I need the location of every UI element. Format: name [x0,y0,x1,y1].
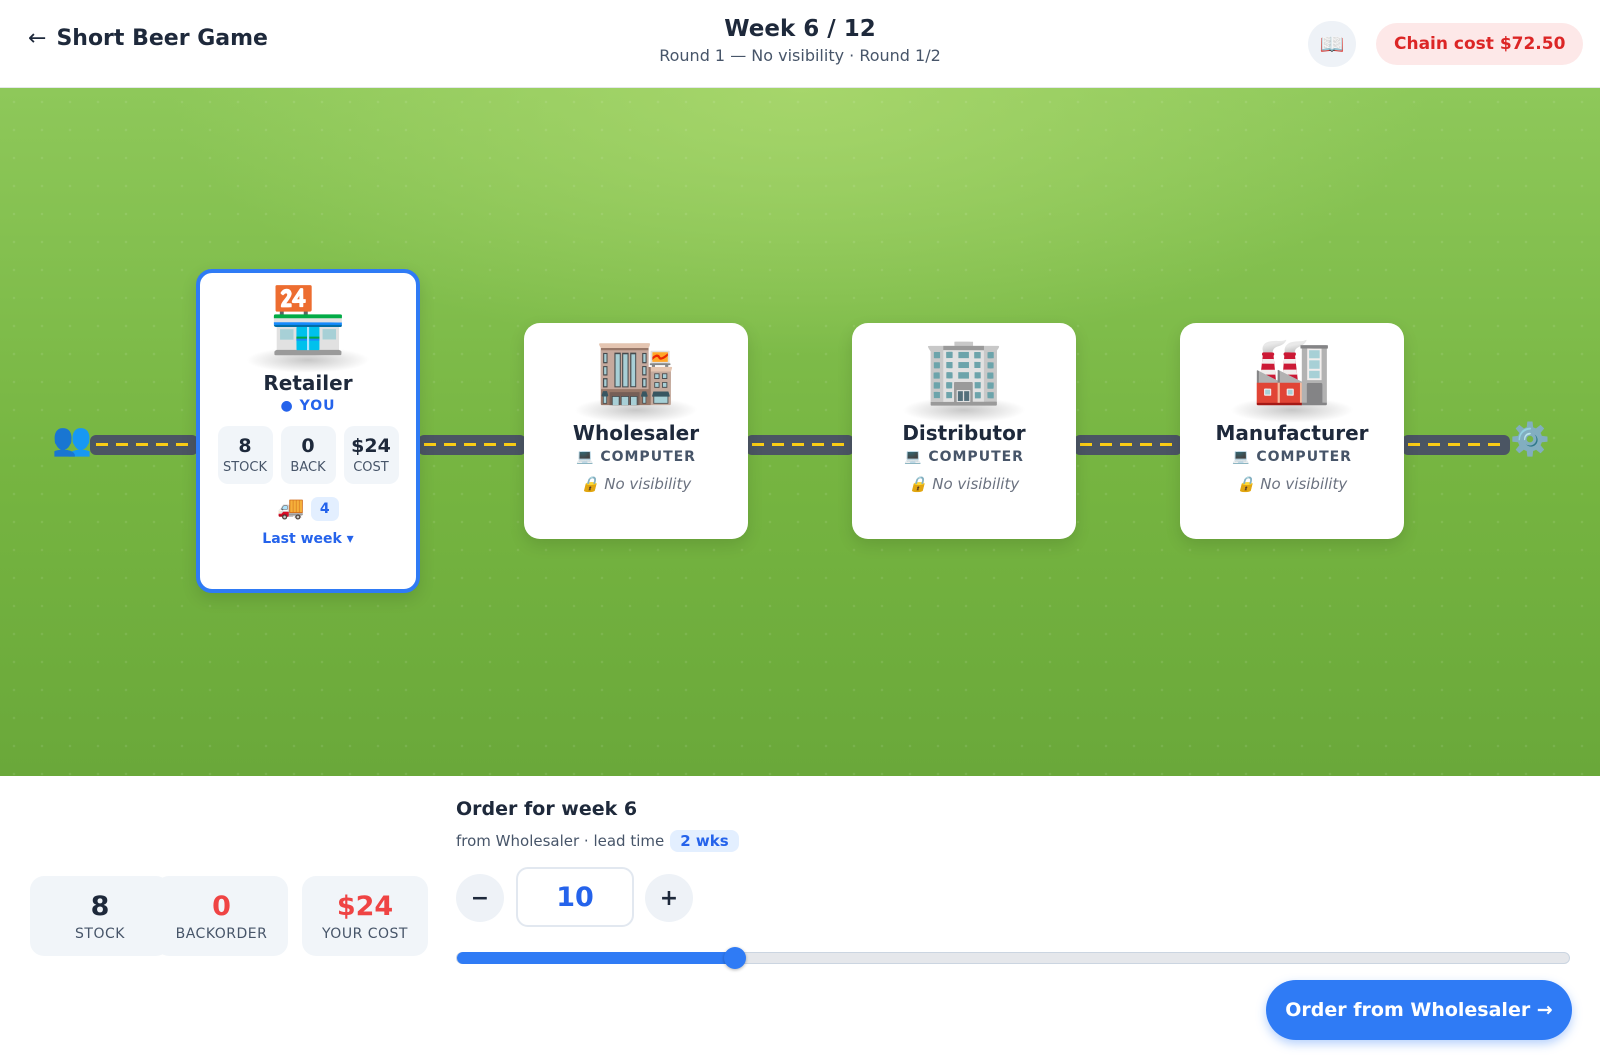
top-bar: ← Short Beer Game Week 6 / 12 Round 1 — … [0,0,1600,88]
your-cost-kpi: $24 YOUR COST [302,876,428,956]
incoming-shipment: 🚚 4 [200,496,416,521]
computer-icon: 💻 [1232,449,1251,465]
order-quantity-input[interactable] [516,867,634,927]
week-status: Week 6 / 12 Round 1 — No visibility · Ro… [0,16,1600,65]
round-info: Round 1 — No visibility · Round 1/2 [659,46,941,65]
road-customer-retailer [90,435,198,455]
retailer-cost-stat: $24 COST [343,426,399,484]
slider-thumb[interactable] [724,947,746,969]
retailer-store-icon: 🏪 [268,284,348,358]
distributor-name: Distributor [902,421,1026,445]
lock-icon: 🔒 [580,475,600,493]
computer-icon: 💻 [576,449,595,465]
wholesaler-visibility: 🔒 No visibility [580,475,692,493]
truck-icon: 🚚 [277,496,305,521]
supply-chain-field: 👥 ⚙️ 🏪 Retailer ● YOU 8 STOCK 0 BACK $24… [0,88,1600,776]
backorder-kpi: 0 BACKORDER [155,876,288,956]
you-indicator: ● YOU [280,398,336,414]
book-icon: 📖 [1319,32,1345,56]
wholesaler-name: Wholesaler [572,421,700,445]
order-from-wholesaler-button[interactable]: Order from Wholesaler → [1266,980,1572,1040]
computer-icon: 💻 [904,449,923,465]
incoming-count: 4 [310,496,339,521]
increase-order-button[interactable]: + [645,874,693,922]
order-quantity-slider[interactable] [456,947,1570,969]
manufacturer-role: 💻 COMPUTER [1232,449,1352,465]
order-title: Order for week 6 [456,798,638,820]
stock-kpi: 8 STOCK [30,876,170,956]
manufacturer-visibility: 🔒 No visibility [1236,475,1348,493]
order-panel: 8 STOCK 0 BACKORDER $24 YOUR COST Order … [0,776,1600,1056]
retailer-node[interactable]: 🏪 Retailer ● YOU 8 STOCK 0 BACK $24 COST… [196,269,420,593]
week-counter: Week 6 / 12 [724,16,876,42]
lock-icon: 🔒 [1236,475,1256,493]
road-manufacturer-source [1402,435,1510,455]
lead-time-badge: 2 wks [670,830,739,852]
retailer-stats: 8 STOCK 0 BACK $24 COST [200,426,416,484]
chain-cost-badge: Chain cost $72.50 [1376,23,1584,65]
wholesaler-node[interactable]: 🏬 Wholesaler 💻 COMPUTER 🔒 No visibility [524,323,748,539]
wholesaler-building-icon: 🏬 [596,334,676,408]
road-distributor-manufacturer [1074,435,1182,455]
rules-book-button[interactable]: 📖 [1308,21,1356,67]
retailer-name: Retailer [263,371,353,395]
road-retailer-wholesaler [418,435,526,455]
manufacturer-name: Manufacturer [1215,421,1369,445]
distributor-building-icon: 🏢 [924,334,1004,408]
last-week-toggle[interactable]: Last week ▾ [200,531,416,547]
order-source: from Wholesaler · lead time 2 wks [456,830,739,852]
retailer-stock-stat: 8 STOCK [217,426,273,484]
slider-fill [457,952,735,964]
lock-icon: 🔒 [908,475,928,493]
gear-icon: ⚙️ [1510,420,1550,458]
road-wholesaler-distributor [746,435,854,455]
distributor-node[interactable]: 🏢 Distributor 💻 COMPUTER 🔒 No visibility [852,323,1076,539]
wholesaler-role: 💻 COMPUTER [576,449,696,465]
factory-icon: 🏭 [1252,334,1332,408]
retailer-backorder-stat: 0 BACK [280,426,336,484]
manufacturer-node[interactable]: 🏭 Manufacturer 💻 COMPUTER 🔒 No visibilit… [1180,323,1404,539]
decrease-order-button[interactable]: − [456,874,504,922]
distributor-role: 💻 COMPUTER [904,449,1024,465]
distributor-visibility: 🔒 No visibility [908,475,1020,493]
customers-icon: 👥 [52,420,92,458]
